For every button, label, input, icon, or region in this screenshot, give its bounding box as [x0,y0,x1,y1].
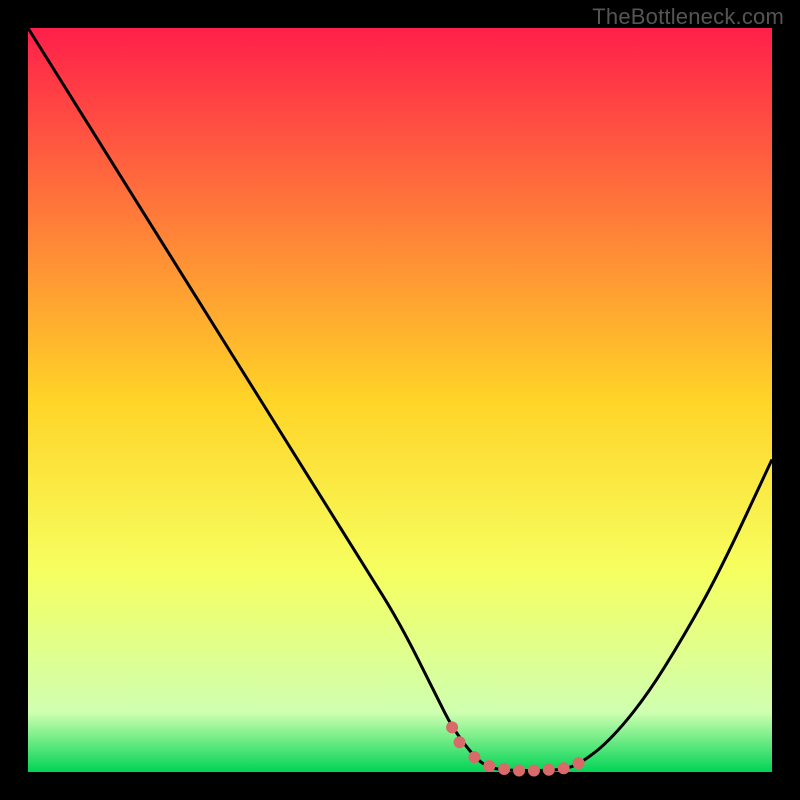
valley-marker [558,762,570,774]
attribution-label: TheBottleneck.com [592,4,784,30]
valley-marker [513,765,525,777]
valley-marker [528,765,540,777]
valley-marker [573,757,585,769]
bottleneck-chart: TheBottleneck.com [0,0,800,800]
valley-marker [483,760,495,772]
valley-marker [498,763,510,775]
chart-svg [0,0,800,800]
plot-background [28,28,772,772]
valley-marker [543,764,555,776]
valley-marker [468,751,480,763]
valley-marker [454,736,466,748]
valley-marker [446,721,458,733]
